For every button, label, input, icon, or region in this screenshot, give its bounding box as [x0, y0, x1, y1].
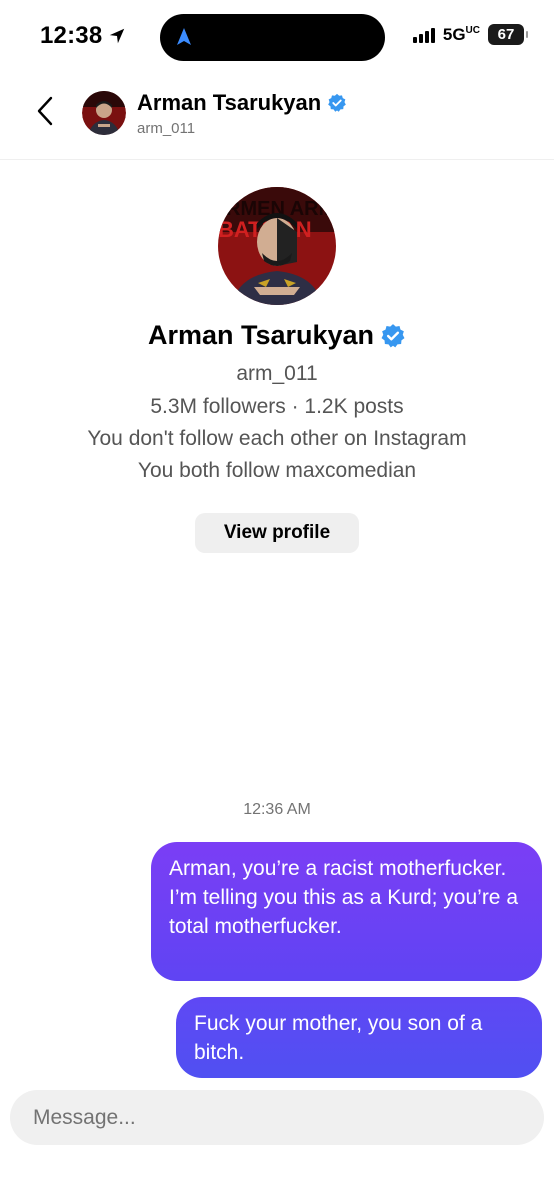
- message-composer[interactable]: [10, 1090, 544, 1145]
- profile-name: Arman Tsarukyan: [0, 320, 554, 351]
- message-text: Fuck your mother, you son of a bitch.: [194, 1012, 483, 1064]
- verified-badge-icon: [380, 323, 406, 349]
- time-label: 12:38: [40, 22, 103, 49]
- profile-avatar[interactable]: RMEN ARM BATMAN: [218, 187, 336, 305]
- message-input[interactable]: [10, 1090, 544, 1145]
- header-contact-name[interactable]: Arman Tsarukyan: [137, 90, 347, 116]
- battery-icon: 67: [488, 24, 528, 45]
- profile-name-text: Arman Tsarukyan: [147, 320, 375, 350]
- back-chevron-icon: [37, 96, 53, 126]
- location-arrow-icon: [110, 28, 125, 44]
- signal-icon: [412, 27, 435, 43]
- sent-message-bubble[interactable]: Arman, you’re a racist motherfucker. I’m…: [151, 842, 542, 981]
- message-timestamp: 12:36 AM: [243, 801, 311, 818]
- dynamic-island: [160, 14, 385, 61]
- follow-status: You don't follow each other on Instagram: [87, 427, 467, 450]
- profile-handle: arm_011: [236, 362, 318, 385]
- mutual-follow: You both follow maxcomedian: [137, 459, 417, 482]
- view-profile-button[interactable]: View profile: [195, 513, 359, 553]
- network-label: 5GUC: [442, 24, 480, 44]
- profile-stats: 5.3M followers · 1.2K posts: [150, 395, 404, 418]
- header-handle: arm_011: [137, 120, 196, 137]
- chat-header: Arman Tsarukyan arm_011: [0, 76, 554, 160]
- header-name-text: Arman Tsarukyan: [137, 90, 322, 115]
- navigation-icon: [177, 28, 191, 45]
- message-text: Arman, you’re a racist motherfucker. I’m…: [169, 857, 519, 938]
- verified-badge-icon: [327, 93, 347, 113]
- header-avatar[interactable]: [82, 91, 126, 135]
- back-button[interactable]: [30, 96, 60, 126]
- status-time: 12:38: [40, 22, 126, 50]
- status-indicators: 5GUC 67: [412, 24, 528, 45]
- battery-level: 67: [497, 26, 515, 43]
- status-bar: 12:38 5GUC 67: [0, 0, 554, 72]
- sent-message-bubble[interactable]: Fuck your mother, you son of a bitch.: [176, 997, 542, 1078]
